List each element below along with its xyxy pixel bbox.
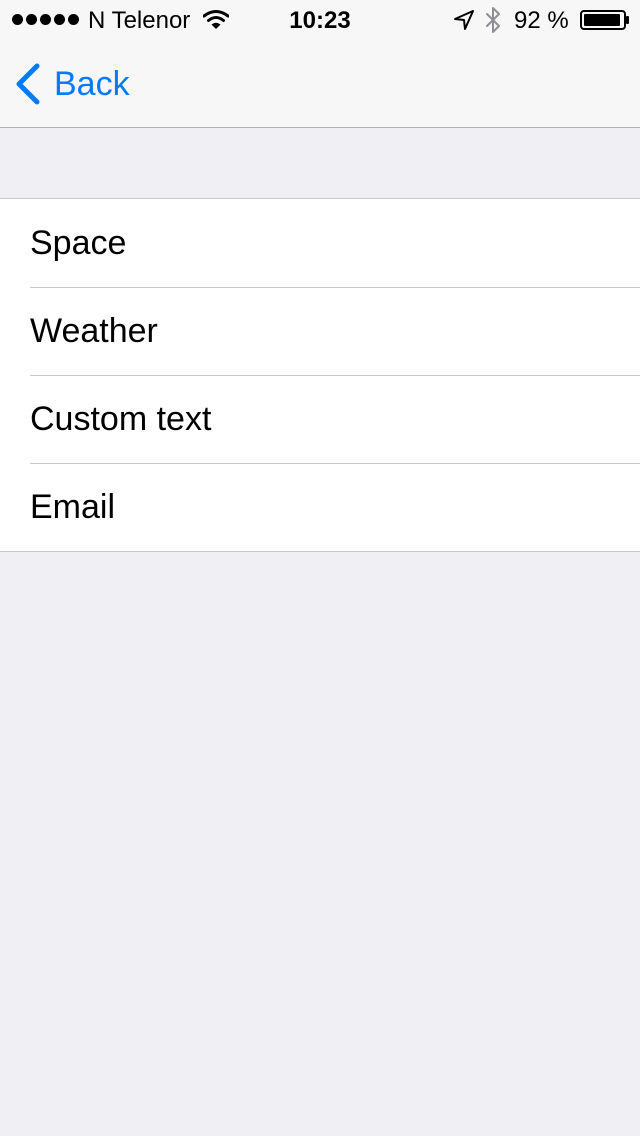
back-button[interactable]: Back: [14, 62, 130, 106]
list-item-label: Space: [30, 223, 127, 262]
menu-list: Space Weather Custom text Email: [0, 198, 640, 552]
list-item-label: Custom text: [30, 399, 212, 438]
location-icon: [454, 10, 474, 30]
bluetooth-icon: [486, 7, 500, 33]
list-item-label: Email: [30, 487, 116, 526]
list-item-email[interactable]: Email: [0, 463, 640, 551]
navigation-bar: N Telenor 10:23 92 % Back: [0, 0, 640, 128]
chevron-left-icon: [16, 63, 40, 105]
list-item-space[interactable]: Space: [0, 199, 640, 287]
list-item-label: Weather: [30, 311, 158, 350]
list-item-weather[interactable]: Weather: [0, 287, 640, 375]
battery-icon: [580, 10, 629, 30]
back-button-label: Back: [54, 65, 130, 103]
battery-percentage: 92 %: [514, 7, 569, 34]
list-item-custom-text[interactable]: Custom text: [0, 375, 640, 463]
status-bar: N Telenor 10:23 92 %: [0, 0, 640, 40]
